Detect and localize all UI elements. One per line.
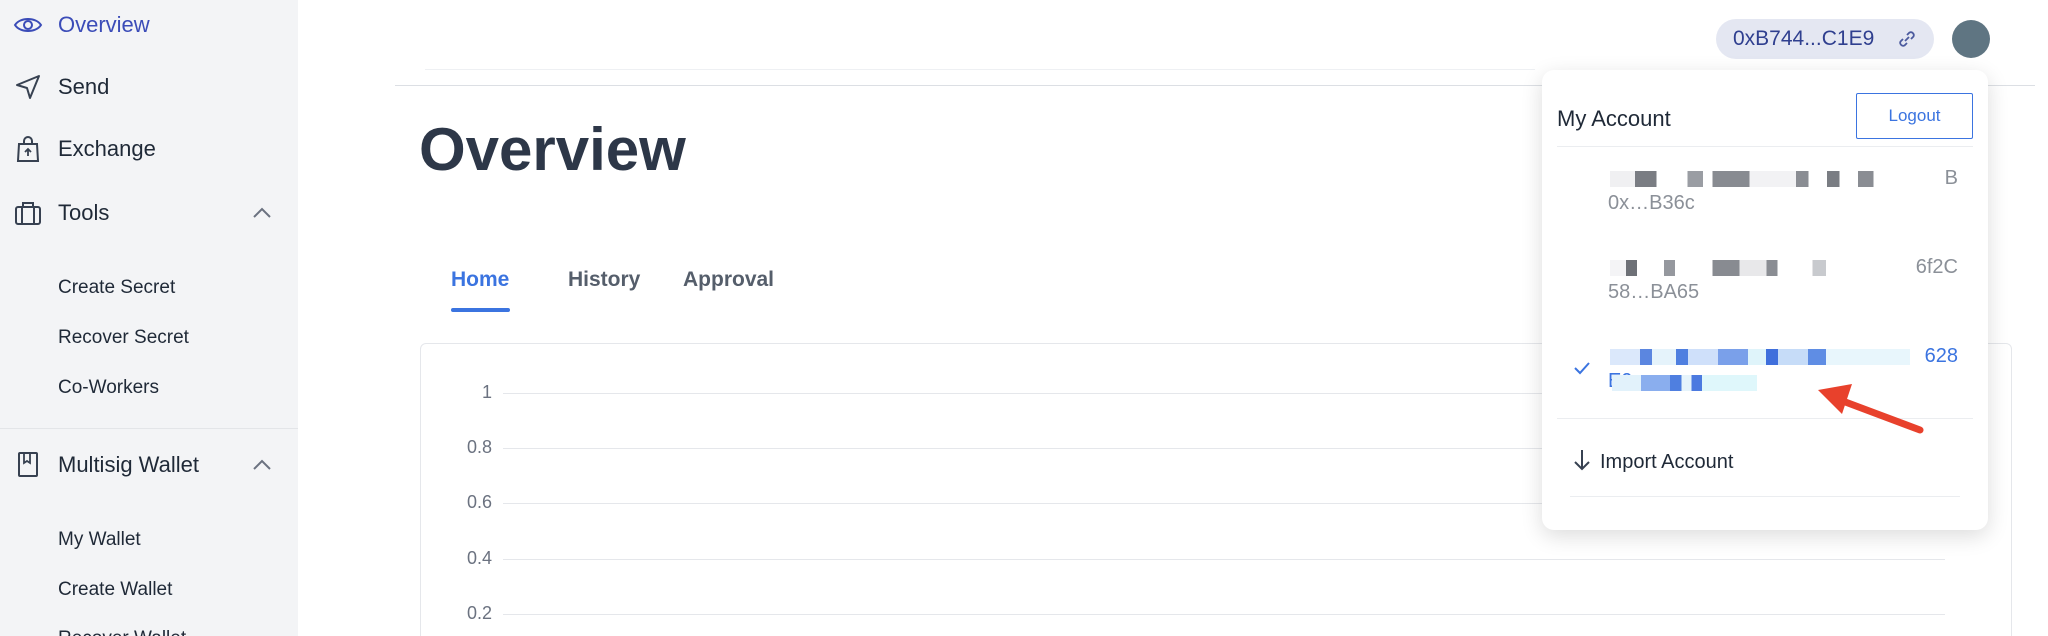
- sidebar-item-tools[interactable]: Tools: [0, 185, 298, 241]
- sidebar-item-exchange[interactable]: Exchange: [0, 121, 298, 177]
- sidebar-item-multisig-wallet[interactable]: Multisig Wallet: [0, 437, 298, 493]
- sidebar-item-label: Multisig Wallet: [58, 452, 199, 477]
- menu-divider: [1570, 496, 1960, 497]
- shopping-bag-icon: [12, 133, 44, 165]
- redacted-address-block: [1610, 349, 1910, 365]
- sidebar-item-label: Tools: [58, 200, 110, 225]
- toolbox-icon: [12, 197, 44, 229]
- check-icon: [1572, 358, 1592, 378]
- y-tick-label: 0.2: [466, 603, 492, 623]
- grid-line: [503, 614, 1945, 615]
- arrow-down-icon: [1572, 448, 1592, 477]
- link-icon[interactable]: [1896, 28, 1918, 50]
- header-divider-faint: [425, 69, 1535, 70]
- tab-history[interactable]: History: [568, 268, 640, 292]
- sidebar: Overview Send Exchange Tools Create Secr…: [0, 0, 298, 636]
- import-account-label: Import Account: [1600, 451, 1734, 473]
- redacted-address-block: [1610, 171, 1920, 187]
- y-tick-label: 0.8: [466, 437, 492, 457]
- book-icon: [12, 449, 44, 481]
- sidebar-divider: [0, 428, 298, 429]
- send-icon: [12, 71, 44, 103]
- redacted-address-block: [1610, 260, 1880, 276]
- sidebar-item-send[interactable]: Send: [0, 59, 298, 115]
- eye-icon: [12, 9, 44, 41]
- sidebar-item-label: Exchange: [58, 136, 156, 161]
- sidebar-subitem-my-wallet[interactable]: My Wallet: [58, 529, 141, 551]
- tab-home[interactable]: Home: [451, 268, 509, 292]
- account-address-line2: 58…BA65: [1608, 281, 1700, 303]
- avatar[interactable]: [1952, 20, 1990, 58]
- page-title: Overview: [419, 116, 686, 183]
- account-menu-title: My Account: [1557, 106, 1671, 131]
- grid-line: [503, 559, 1945, 560]
- y-tick-label: 1: [481, 382, 492, 402]
- menu-divider: [1557, 146, 1973, 147]
- y-tick-label: 0.4: [466, 548, 492, 568]
- sidebar-subitem-recover-wallet[interactable]: Recover Wallet: [58, 628, 186, 636]
- sidebar-subitem-create-wallet[interactable]: Create Wallet: [58, 579, 172, 601]
- sidebar-subitem-recover-secret[interactable]: Recover Secret: [58, 327, 189, 349]
- tab-approval[interactable]: Approval: [683, 268, 774, 292]
- account-menu: My Account Logout B 0x…B36c 6f2C 58…BA65…: [1542, 70, 1988, 530]
- annotation-arrow-icon: [1818, 384, 1924, 434]
- chevron-up-icon[interactable]: [250, 201, 274, 225]
- logout-button[interactable]: Logout: [1856, 93, 1973, 139]
- redacted-address-block: [1612, 375, 1757, 391]
- address-pill[interactable]: 0xB744...C1E9: [1716, 19, 1934, 59]
- sidebar-subitem-create-secret[interactable]: Create Secret: [58, 277, 175, 299]
- chevron-up-icon[interactable]: [250, 453, 274, 477]
- account-address-line2: 0x…B36c: [1608, 192, 1695, 214]
- wallet-address: 0xB744...C1E9: [1733, 27, 1875, 50]
- sidebar-subitem-co-workers[interactable]: Co-Workers: [58, 377, 159, 399]
- y-tick-label: 0.6: [466, 492, 492, 512]
- tab-active-indicator: [451, 308, 510, 312]
- sidebar-item-label: Send: [58, 74, 110, 99]
- import-account-item[interactable]: Import Account: [1572, 448, 1733, 477]
- sidebar-item-label: Overview: [58, 12, 150, 37]
- sidebar-item-overview[interactable]: Overview: [0, 0, 298, 53]
